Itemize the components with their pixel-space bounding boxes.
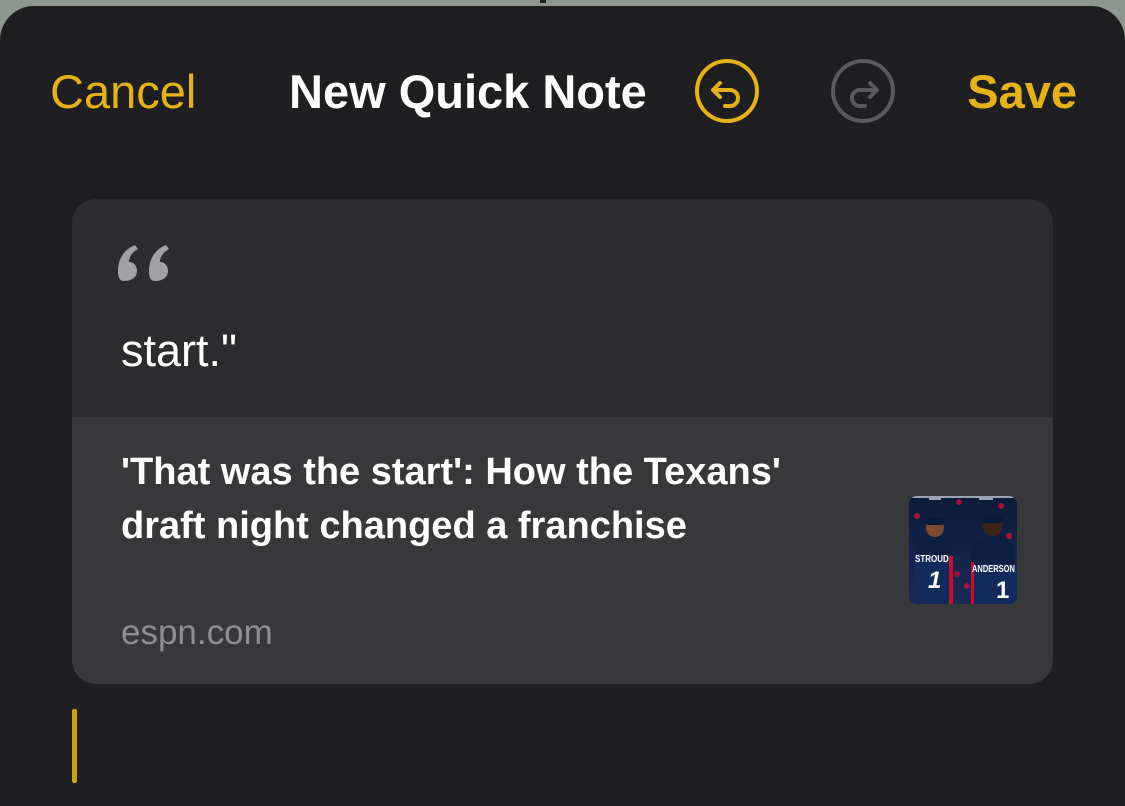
link-domain: espn.com [121, 613, 273, 652]
top-marker [540, 0, 546, 3]
redo-icon [831, 59, 895, 123]
redo-button[interactable] [830, 58, 896, 124]
save-button[interactable]: Save [967, 64, 1077, 119]
cancel-button[interactable]: Cancel [50, 64, 196, 119]
undo-icon [695, 59, 759, 123]
quote-card: start." 'That was the start': How the Te… [72, 199, 1053, 684]
link-title: 'That was the start': How the Texans' dr… [121, 451, 781, 547]
quote-section: start." [72, 199, 1053, 417]
page-title: New Quick Note [289, 65, 647, 118]
text-cursor [72, 709, 77, 783]
thumbnail-right-name: ANDERSON [972, 564, 1015, 575]
thumbnail-right-number: 1 [996, 577, 1010, 604]
undo-button[interactable] [694, 58, 760, 124]
quick-note-sheet: Cancel New Quick Note Save start." 'That… [0, 6, 1125, 806]
link-preview[interactable]: 'That was the start': How the Texans' dr… [72, 417, 1053, 684]
thumbnail-left-number: 1 [928, 567, 942, 594]
quote-text[interactable]: start." [121, 325, 237, 377]
nav-bar: Cancel New Quick Note Save [0, 6, 1125, 176]
quote-icon [118, 245, 169, 281]
thumbnail-left-name: STROUD [915, 554, 949, 565]
